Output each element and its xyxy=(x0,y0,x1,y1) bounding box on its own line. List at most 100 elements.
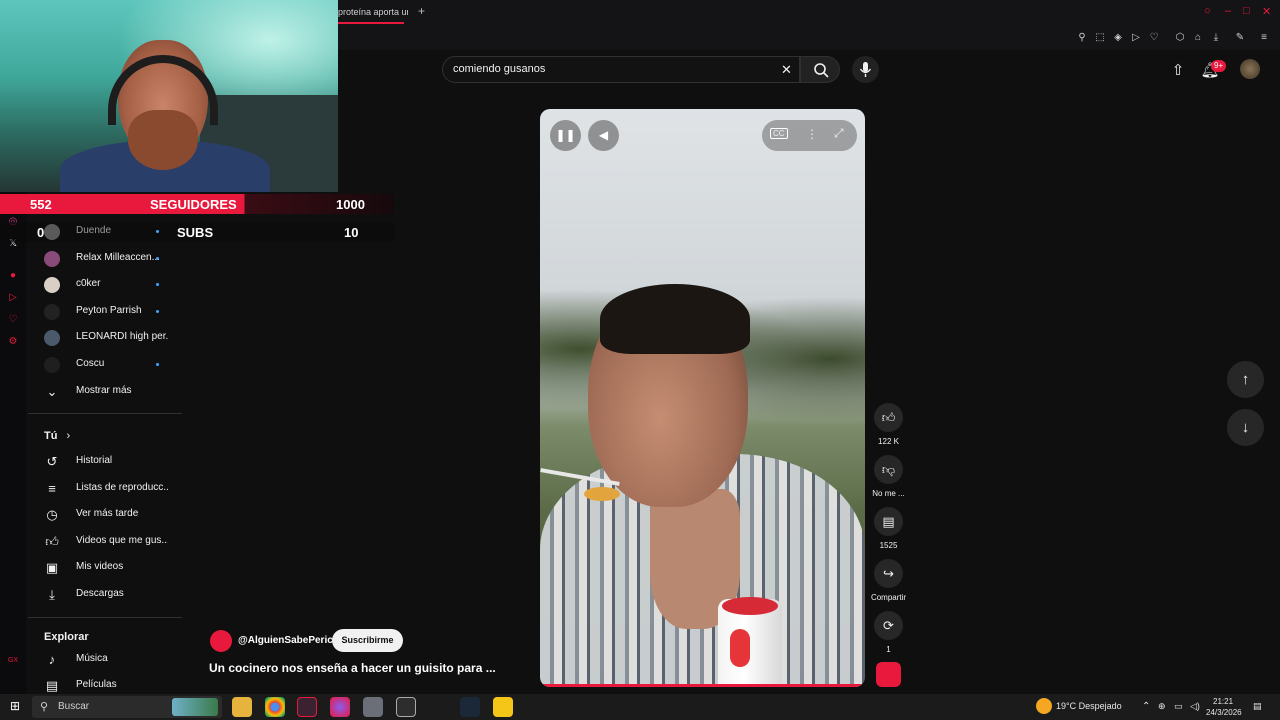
thumbs-up-icon: 👍︎ xyxy=(881,410,896,425)
play-icon[interactable]: ▷ xyxy=(1130,32,1142,44)
clock-date[interactable]: 24/3/2026 xyxy=(1206,708,1242,717)
pin-icon[interactable]: ⚲ xyxy=(1076,32,1088,44)
avatar xyxy=(44,330,60,346)
search-button[interactable] xyxy=(800,56,840,83)
channel-avatar[interactable] xyxy=(210,630,232,652)
sidebar-item-subscription[interactable]: c0ker xyxy=(28,272,182,298)
sidebar-item-playlists[interactable]: ≡ Listas de reproducc... xyxy=(28,476,182,502)
tray-network-icon[interactable]: ⊕ xyxy=(1158,701,1166,712)
sidebar-item-subscription[interactable]: Coscu xyxy=(28,352,182,378)
tray-chevron-icon[interactable]: ⌃ xyxy=(1142,701,1150,712)
video-progress-bar[interactable] xyxy=(540,684,865,687)
steam-icon[interactable] xyxy=(460,697,480,717)
guide-divider xyxy=(28,413,182,414)
more-options-icon[interactable]: ⋮ xyxy=(806,127,818,141)
extensions-icon[interactable]: ⬡ xyxy=(1174,32,1186,44)
search-input[interactable] xyxy=(453,63,753,75)
download-icon[interactable]: ⤓ xyxy=(1210,32,1222,44)
fullscreen-icon[interactable]: ⤢ xyxy=(834,126,844,141)
subscribe-button[interactable]: Suscribirme xyxy=(332,629,403,652)
app-icon[interactable] xyxy=(363,697,383,717)
sidebar-item-subscription[interactable]: Peyton Parrish xyxy=(28,299,182,325)
arrow-down-icon: ↓ xyxy=(1241,419,1250,436)
channel-name[interactable]: @AlguienSabePerico xyxy=(238,635,339,646)
next-short-button[interactable]: ↓ xyxy=(1227,409,1264,446)
messenger-icon[interactable]: ● xyxy=(7,270,19,282)
clear-search-icon[interactable]: ✕ xyxy=(781,62,792,78)
search-tabs-icon[interactable]: ○ xyxy=(1204,5,1211,17)
subs-goal: 10 xyxy=(344,225,359,240)
like-button[interactable]: 👍︎ xyxy=(874,403,903,432)
sidebar-item-downloads[interactable]: ⤓ Descargas xyxy=(28,582,182,608)
dislike-label: No me ... xyxy=(872,489,905,498)
account-avatar[interactable] xyxy=(1240,59,1260,79)
maximize-button[interactable]: □ xyxy=(1243,5,1250,17)
wallet-icon[interactable]: ⌂ xyxy=(1192,32,1204,44)
sidebar-item-label: Historial xyxy=(76,455,113,466)
sidebar-item-movies[interactable]: ▤ Películas xyxy=(28,673,182,694)
snapshot-icon[interactable]: ⬚ xyxy=(1094,32,1106,44)
settings-icon[interactable]: ⚙ xyxy=(7,336,19,348)
app-icon-yellow[interactable] xyxy=(493,697,513,717)
favorites-icon[interactable]: ♡ xyxy=(7,314,19,326)
video-man-hair xyxy=(600,284,750,354)
messenger-app-icon[interactable] xyxy=(330,697,350,717)
avatar xyxy=(44,357,60,373)
voice-search-button[interactable] xyxy=(852,56,879,83)
windows-start-icon[interactable]: ⊞ xyxy=(8,699,22,713)
sidebar-item-label: Videos que me gus... xyxy=(76,535,168,546)
sidebar-item-watch-later[interactable]: ◷ Ver más tarde xyxy=(28,502,182,528)
sidebar-item-label: Coscu xyxy=(76,358,105,369)
sidebar-item-history[interactable]: ↺ Historial xyxy=(28,449,182,475)
show-more-button[interactable]: ⌄ Mostrar más xyxy=(28,379,182,405)
video-can-top xyxy=(722,597,778,615)
shield-icon[interactable]: ◈ xyxy=(1112,32,1124,44)
close-window-button[interactable]: ✕ xyxy=(1262,5,1271,18)
weather-text[interactable]: 19°C Despejado xyxy=(1056,701,1122,711)
tray-monitor-icon[interactable]: ▭ xyxy=(1174,701,1183,712)
upload-icon[interactable]: ⇧ xyxy=(1167,60,1189,82)
sidebar-item-label: Peyton Parrish xyxy=(76,305,142,316)
sidebar-item-music[interactable]: ♪ Música xyxy=(28,647,182,673)
dislike-button[interactable]: 👎︎ xyxy=(874,455,903,484)
gx-logo-icon[interactable]: GX xyxy=(7,655,19,667)
sidebar-item-subscription[interactable]: Relax Milleaccen... xyxy=(28,246,182,272)
microphone-icon xyxy=(859,62,872,77)
file-explorer-icon[interactable] xyxy=(232,697,252,717)
player-icon[interactable]: ▷ xyxy=(7,292,19,304)
video-title[interactable]: Un cocinero nos enseña a hacer un guisit… xyxy=(209,661,496,675)
you-section-heading[interactable]: Tú › xyxy=(44,430,70,442)
sidebar-item-subscription[interactable]: LEONARDI high per... xyxy=(28,325,182,351)
new-tab-button[interactable]: + xyxy=(418,4,425,18)
guide-divider xyxy=(28,617,182,618)
browser-tab-title[interactable]: proteína aporta un xyxy=(338,7,408,17)
captions-icon[interactable]: CC xyxy=(770,128,788,139)
short-video-player[interactable]: ❚❚ ◀︎ CC ⋮ ⤢ xyxy=(540,109,865,687)
ai-icon[interactable]: ✎ xyxy=(1230,32,1250,44)
volume-button[interactable]: ◀︎ xyxy=(588,120,619,151)
pause-button[interactable]: ❚❚ xyxy=(550,120,581,151)
comments-button[interactable]: ▤ xyxy=(874,507,903,536)
minimize-button[interactable]: – xyxy=(1225,5,1231,17)
clock-time[interactable]: 21:21 xyxy=(1213,697,1233,706)
sidebar-item-liked-videos[interactable]: 👍︎ Videos que me gus... xyxy=(28,529,182,555)
sidebar-item-your-videos[interactable]: ▣ Mis videos xyxy=(28,555,182,581)
followers-count: 552 xyxy=(30,197,52,212)
tray-volume-icon[interactable]: ◁) xyxy=(1190,701,1200,712)
chrome-icon[interactable] xyxy=(265,697,285,717)
movies-icon: ▤ xyxy=(45,678,59,693)
menu-icon[interactable]: ≡ xyxy=(1258,32,1270,44)
notification-center-icon[interactable]: ▤ xyxy=(1253,701,1262,712)
taskbar-search-label: Buscar xyxy=(58,701,90,712)
share-button[interactable]: ↪ xyxy=(874,559,903,588)
sound-source-thumbnail[interactable] xyxy=(876,662,901,687)
opera-gx-icon[interactable] xyxy=(297,697,317,717)
heart-icon[interactable]: ♡ xyxy=(1148,32,1160,44)
remix-button[interactable]: ⟳ xyxy=(874,611,903,640)
previous-short-button[interactable]: ↑ xyxy=(1227,361,1264,398)
sidebar-item-label: LEONARDI high per... xyxy=(76,331,168,342)
sidebar-item-subscription[interactable]: Duende xyxy=(28,219,182,245)
obs-icon[interactable] xyxy=(396,697,416,717)
you-heading-label: Tú xyxy=(44,430,58,442)
sidebar-item-label: Mis videos xyxy=(76,561,124,572)
